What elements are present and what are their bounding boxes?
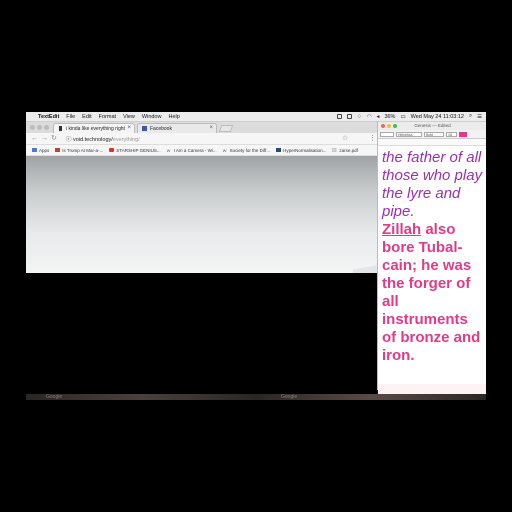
reload-icon[interactable]: ↻ [51,135,57,142]
document-text[interactable]: the father of all those who play the lyr… [382,149,486,365]
tab-facebook[interactable]: Facebook × [137,123,217,133]
browser-menu-icon[interactable]: ⋮ [369,134,376,142]
desktop-strip [26,394,486,400]
tab-active[interactable]: i kinda like everything right × [53,123,135,133]
facebook-icon [142,126,147,131]
bookmark-label: STARSHIP GENIUS... [116,147,161,153]
close-tab-icon[interactable]: × [127,125,131,131]
menu-edit[interactable]: Edit [82,114,91,120]
search-icon[interactable]: ⌕ [469,113,472,120]
tab-bar: i kinda like everything right × Facebook… [26,122,377,133]
bookmark-star-icon[interactable]: ☆ [342,134,348,142]
wikipedia-icon: W [166,148,171,153]
format-toolbar: Helvetica Bold 18 [378,130,486,139]
menu-window[interactable]: Window [142,114,162,120]
menu-help[interactable]: Help [168,114,179,120]
textedit-window: Genesis — Edited Helvetica Bold 18 the f… [377,122,486,400]
font-style-select[interactable]: Bold [424,131,444,137]
tab-title: Facebook [150,126,172,132]
name-underlined: Zillah [382,221,422,238]
ghost-label: Google [281,394,298,400]
bookmark-favicon-icon [276,148,282,152]
font-size-select[interactable]: 18 [446,131,457,137]
address-bar[interactable]: ⓘ void.technology/everything/ [66,135,140,143]
volume-icon[interactable]: ◂ [377,114,380,120]
textedit-titlebar: Genesis — Edited [378,122,486,130]
close-tab-icon[interactable]: × [209,125,213,131]
document-icon [332,148,337,152]
ghost-label: Google [46,394,63,400]
tab-title: i kinda like everything right [66,126,125,132]
menu-view[interactable]: View [123,114,135,120]
url-path: everything/ [112,137,140,143]
status-icon[interactable] [336,114,342,119]
screen: TextEdit File Edit Format View Window He… [26,112,486,400]
bookmark-camera[interactable]: W I Am a Camera - Wi... [166,147,217,154]
bookmarks-bar: Apps Is Trump At Mar-a-... STARSHIP GENI… [26,145,377,156]
bookmark-favicon-icon [55,148,61,152]
page-favicon-icon [59,126,62,131]
minimize-window-button[interactable] [387,124,391,128]
bookmark-hypernormalisation[interactable]: HyperNormalisation... [276,148,326,153]
text-color-well[interactable] [459,131,467,137]
bookmark-label: Is Trump At Mar-a-... [62,147,104,153]
close-window-button[interactable] [381,124,385,128]
apps-grid-icon [32,148,37,152]
zoom-window-button[interactable] [44,125,49,130]
bookmark-label: I Am a Camera - Wi... [173,147,217,153]
back-icon[interactable]: ← [31,135,38,142]
bookmark-label: Society for the Diff... [229,147,271,153]
document-title: Genesis — Edited [414,123,451,128]
style-select[interactable] [380,131,394,137]
menu-app-name[interactable]: TextEdit [38,114,59,120]
bookmark-label: zarse.pdf [339,147,358,153]
paragraph-italic: the father of all those who play the lyr… [382,149,483,220]
bookmark-trump[interactable]: Is Trump At Mar-a-... [55,148,103,153]
menu-bar: TextEdit File Edit Format View Window He… [26,112,486,122]
wifi-icon[interactable]: ◠ [367,114,372,120]
menu-file[interactable]: File [66,114,75,120]
bookmark-label: Apps [39,147,50,153]
menu-format[interactable]: Format [99,114,116,120]
bookmark-label: HyperNormalisation... [283,147,327,153]
web-page-dark-area[interactable] [26,273,381,400]
wikipedia-icon: W [222,148,227,153]
zoom-window-button[interactable] [393,124,397,128]
youtube-icon [109,148,115,152]
notification-center-icon[interactable]: ☰ [477,114,482,120]
ruler[interactable] [378,139,486,146]
dropbox-icon[interactable]: ♢ [357,114,362,120]
clock[interactable]: Wed May 24 11:03:12 [411,114,464,120]
minimize-window-button[interactable] [37,125,42,130]
close-window-button[interactable] [30,125,35,130]
paragraph-bold: also bore Tubal-cain; he was the forger … [382,221,481,364]
status-icon[interactable] [346,114,352,119]
bookmark-apps[interactable]: Apps [32,148,49,153]
browser-window: i kinda like everything right × Facebook… [26,122,381,400]
bookmark-zarse[interactable]: zarse.pdf [332,148,358,153]
forward-icon[interactable]: → [41,135,48,142]
bookmark-society[interactable]: W Society for the Diff... [222,147,271,154]
font-family-select[interactable]: Helvetica [396,131,422,137]
web-page-content[interactable] [26,156,377,273]
browser-toolbar: ← → ↻ ⓘ void.technology/everything/ ☆ ⋮ [26,133,377,145]
new-tab-button[interactable] [218,125,234,132]
battery-icon[interactable]: ▭ [400,114,405,120]
url-domain: void.technology/ [73,137,113,143]
bookmark-starship[interactable]: STARSHIP GENIUS... [109,147,161,153]
battery-percent[interactable]: 36% [384,114,395,120]
info-icon: ⓘ [66,137,74,143]
